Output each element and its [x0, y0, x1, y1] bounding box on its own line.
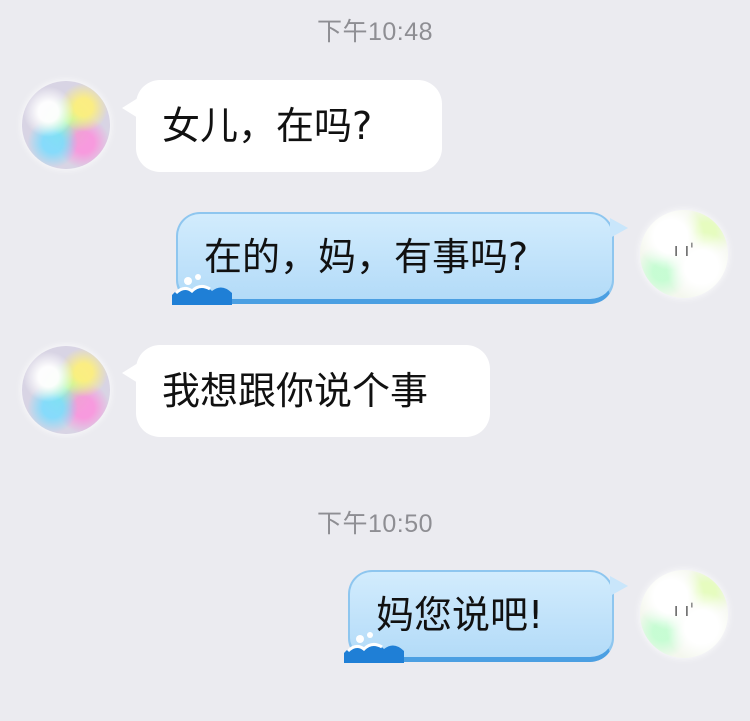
avatar-glyph: ı ıˈ [673, 600, 695, 621]
bubble-tail [610, 218, 628, 238]
bubble-tail [610, 576, 628, 596]
incoming-message-bubble[interactable]: 我想跟你说个事 [122, 345, 490, 437]
message-text: 妈您说吧! [376, 593, 544, 637]
message-text: 我想跟你说个事 [162, 369, 429, 413]
timestamp-1050: 下午10:50 [316, 510, 434, 538]
avatar-glyph: ı ıˈ [673, 240, 695, 261]
incoming-message-bubble[interactable]: 女儿，在吗? [122, 80, 442, 172]
outgoing-message-bubble[interactable]: 妈您说吧! [344, 570, 628, 663]
contact-avatar[interactable] [22, 81, 110, 169]
my-avatar[interactable]: ı ıˈ [640, 210, 728, 298]
bubble-tail [122, 363, 138, 383]
my-avatar[interactable]: ı ıˈ [640, 570, 728, 658]
message-text: 女儿，在吗? [162, 104, 373, 148]
bubble-tail [122, 98, 138, 118]
timestamp-1048: 下午10:48 [316, 18, 434, 46]
contact-avatar[interactable] [22, 346, 110, 434]
outgoing-message-bubble[interactable]: 在的，妈，有事吗? [172, 212, 628, 305]
message-text: 在的，妈，有事吗? [204, 235, 529, 279]
